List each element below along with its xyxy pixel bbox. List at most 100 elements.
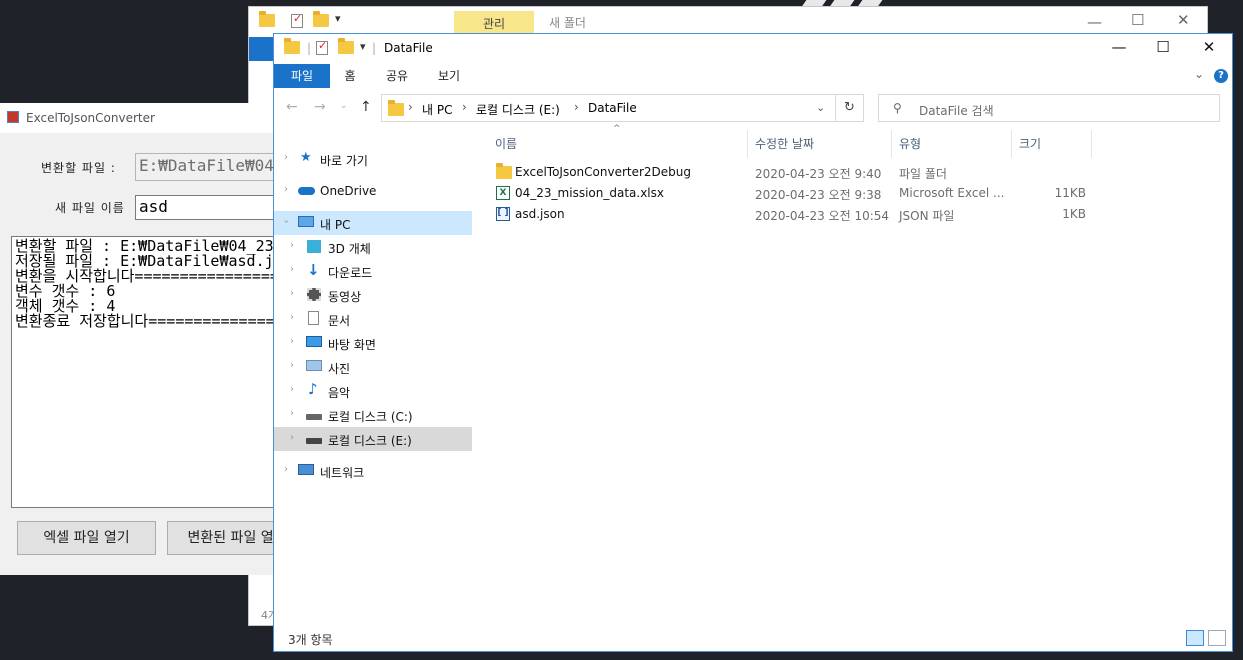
tab-home[interactable]: 홈 [334,64,366,88]
new-file-name-input[interactable]: asd [135,195,295,220]
breadcrumb-datafile[interactable]: DataFile [588,101,637,115]
pc-icon [298,216,314,227]
quick-access-dropdown-icon[interactable]: ▾ [335,12,341,25]
maximize-icon[interactable]: ☐ [1148,38,1178,56]
new-file-name-label: 새 파일 이름 [55,201,125,215]
back-arrow-icon[interactable]: ← [286,99,298,115]
expand-chevron-icon[interactable]: › [284,464,288,475]
nav-label: 다운로드 [328,266,373,280]
column-header-size[interactable]: 크기 [1019,130,1041,158]
expand-chevron-icon[interactable]: › [284,152,288,163]
nav-label: 로컬 디스크 (C:) [328,410,413,424]
column-divider[interactable] [891,130,892,158]
large-icons-view-icon[interactable] [1208,630,1226,646]
folder-icon [284,38,300,57]
file-name: 04_23_mission_data.xlsx [515,186,664,200]
nav-label: 바로 가기 [320,154,368,168]
recent-locations-icon[interactable]: ⌄ [340,101,348,111]
expand-chevron-icon[interactable]: › [290,408,294,419]
file-row[interactable]: X 04_23_mission_data.xlsx 2020-04-23 오전 … [488,183,1108,204]
nav-item-downloads[interactable]: › ↓ 다운로드 [274,259,472,283]
nav-item-documents[interactable]: › 문서 [274,307,472,331]
tab-view[interactable]: 보기 [428,64,470,88]
expand-chevron-icon[interactable]: › [290,288,294,299]
converter-titlebar[interactable]: ExcelToJsonConverter [0,103,273,133]
new-folder-icon[interactable] [313,11,329,30]
document-icon [308,311,319,325]
breadcrumb-separator-icon[interactable]: › [462,100,467,114]
minimize-icon[interactable]: — [1104,38,1134,56]
open-excel-button[interactable]: 엑셀 파일 열기 [17,521,156,555]
nav-item-music[interactable]: › ♪ 음악 [274,379,472,403]
window-title: DataFile [384,41,433,55]
nav-item-desktop[interactable]: › 바탕 화면 [274,331,472,355]
close-icon[interactable]: ✕ [1177,11,1190,29]
converter-title: ExcelToJsonConverter [26,111,155,125]
close-icon[interactable]: ✕ [1194,38,1224,56]
cloud-icon [298,187,315,195]
tab-file[interactable]: 파일 [274,64,330,88]
column-header-name[interactable]: 이름 [495,130,517,158]
file-type: 파일 폴더 [899,167,947,181]
forward-arrow-icon[interactable]: → [314,99,326,115]
explorer-titlebar[interactable]: | ▾ | DataFile — ☐ ✕ [274,34,1232,64]
new-folder-icon[interactable] [338,38,354,57]
expand-chevron-icon[interactable]: › [284,184,288,195]
nav-item-videos[interactable]: › 동영상 [274,283,472,307]
tab-share[interactable]: 공유 [376,64,418,88]
properties-icon[interactable] [316,39,328,58]
expand-chevron-icon[interactable]: › [290,312,294,323]
help-icon[interactable]: ? [1214,69,1228,83]
log-output[interactable]: 변환할 파일 : E:₩DataFile₩04_23_mission_data.… [11,236,281,508]
expand-chevron-icon[interactable]: › [290,432,294,443]
drive-icon [306,414,322,420]
column-header-type[interactable]: 유형 [899,130,921,158]
quick-access-dropdown-icon[interactable]: ▾ [360,40,366,53]
properties-icon[interactable] [291,12,303,31]
column-divider[interactable] [747,130,748,158]
ribbon-expand-icon[interactable]: ⌄ [1194,67,1204,81]
drive-icon [306,438,322,444]
ribbon: 파일 홈 공유 보기 [274,64,1232,88]
nav-item-this-pc[interactable]: › 내 PC [274,211,472,235]
expand-chevron-icon[interactable]: › [290,240,294,251]
breadcrumb-separator-icon[interactable]: › [574,100,579,114]
file-row[interactable]: [ ] asd.json 2020-04-23 오전 10:54 JSON 파일… [488,204,1108,225]
column-divider[interactable] [1091,130,1092,158]
nav-item-network[interactable]: › 네트워크 [274,459,472,483]
breadcrumb-this-pc[interactable]: 내 PC [422,101,452,118]
nav-item-quick-access[interactable]: › ★ 바로 가기 [274,147,472,171]
expand-chevron-icon[interactable]: › [290,264,294,275]
converter-window[interactable]: ExcelToJsonConverter 변환할 파일 : E:₩DataFil… [0,103,307,575]
maximize-icon[interactable]: ☐ [1131,11,1144,29]
search-box[interactable]: ⚲ DataFile 검색 [878,94,1220,122]
minimize-icon[interactable]: — [1087,13,1102,31]
excel-icon: X [496,186,510,200]
up-arrow-icon[interactable]: ↑ [360,99,372,115]
address-bar[interactable]: › 내 PC › 로컬 디스크 (E:) › DataFile ⌄ [381,94,836,122]
explorer-window[interactable]: | ▾ | DataFile — ☐ ✕ 파일 홈 공유 보기 ⌄ ? ← → … [273,33,1233,652]
expand-chevron-icon[interactable]: › [290,336,294,347]
nav-item-onedrive[interactable]: › OneDrive [274,179,472,203]
column-divider[interactable] [1011,130,1012,158]
nav-item-drive-e[interactable]: › 로컬 디스크 (E:) [274,427,472,451]
json-icon: [ ] [496,207,510,221]
nav-label: 문서 [328,314,351,328]
expand-chevron-icon[interactable]: › [290,384,294,395]
nav-item-3d-objects[interactable]: › 3D 개체 [274,235,472,259]
address-dropdown-icon[interactable]: ⌄ [816,101,825,114]
breadcrumb-separator-icon[interactable]: › [408,100,413,114]
refresh-icon[interactable]: ↻ [836,94,864,122]
source-file-field[interactable]: E:₩DataFile₩04_23_mission_data.xlsx [135,153,295,181]
details-view-icon[interactable] [1186,630,1204,646]
app-icon [7,111,19,123]
column-header-date[interactable]: 수정한 날짜 [755,130,814,158]
file-row[interactable]: ExcelToJsonConverter2Debug 2020-04-23 오전… [488,162,1108,183]
breadcrumb-drive-e[interactable]: 로컬 디스크 (E:) [476,101,560,118]
nav-item-drive-c[interactable]: › 로컬 디스크 (C:) [274,403,472,427]
nav-label: 내 PC [320,218,351,232]
nav-item-pictures[interactable]: › 사진 [274,355,472,379]
collapse-chevron-icon[interactable]: › [281,220,292,224]
expand-chevron-icon[interactable]: › [290,360,294,371]
search-icon: ⚲ [893,101,902,115]
